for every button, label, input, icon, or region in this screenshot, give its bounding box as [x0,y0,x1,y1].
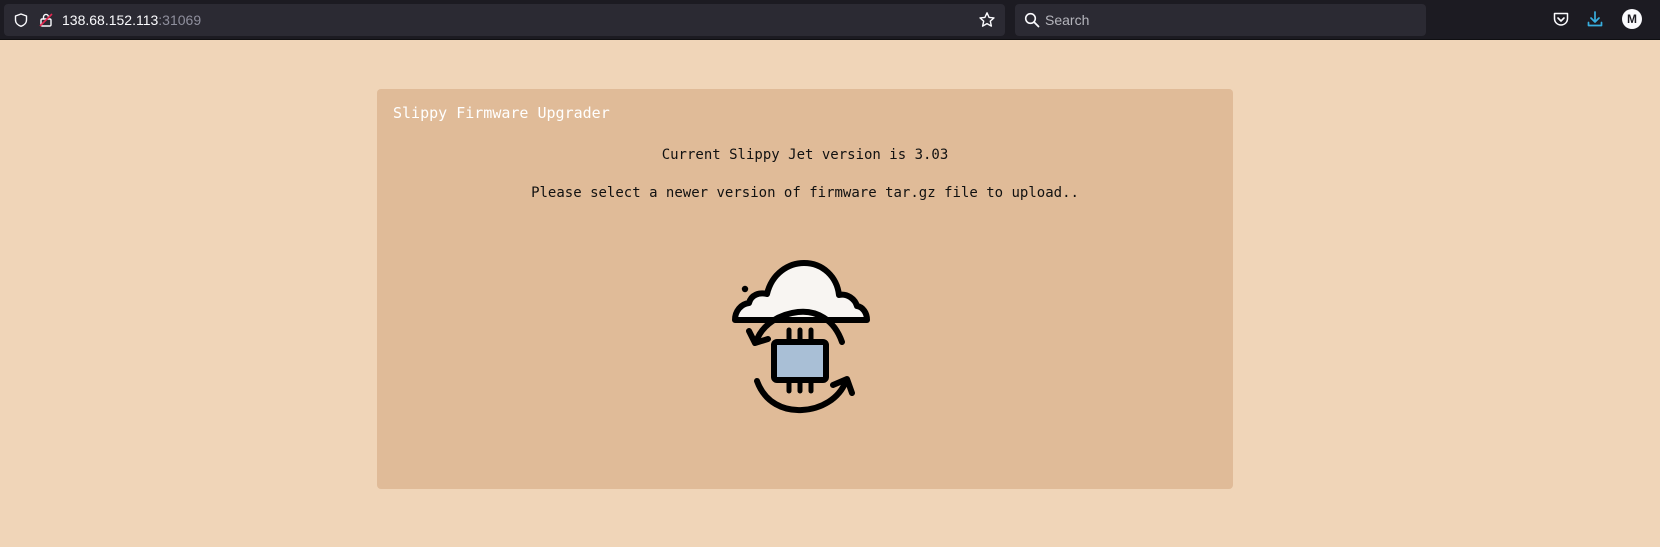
current-version-text: Current Slippy Jet version is 3.03 [661,147,949,163]
download-icon[interactable] [1586,10,1604,28]
account-avatar[interactable]: M [1622,9,1642,29]
firmware-upload-icon [732,260,870,414]
search-icon [1024,12,1040,28]
firmware-upload-button[interactable] [729,259,881,419]
browser-toolbar: 138.68.152.113:31069 Search M [0,0,1660,40]
bookmark-star-icon[interactable] [978,11,996,29]
url-host: 138.68.152.113 [62,12,159,28]
address-bar[interactable]: 138.68.152.113:31069 [4,4,1005,36]
url-text[interactable]: 138.68.152.113:31069 [62,12,201,28]
url-port: :31069 [158,12,202,28]
pocket-icon[interactable] [1552,10,1570,28]
upload-instructions: Please select a newer version of firmwar… [531,185,1079,201]
search-placeholder: Search [1045,12,1090,28]
search-bar[interactable]: Search [1015,4,1426,36]
shield-icon[interactable] [14,13,28,27]
panel-title: Slippy Firmware Upgrader [393,104,610,122]
firmware-upgrader-panel: Slippy Firmware Upgrader Current Slippy … [377,89,1233,489]
lock-insecure-icon[interactable] [39,13,53,27]
